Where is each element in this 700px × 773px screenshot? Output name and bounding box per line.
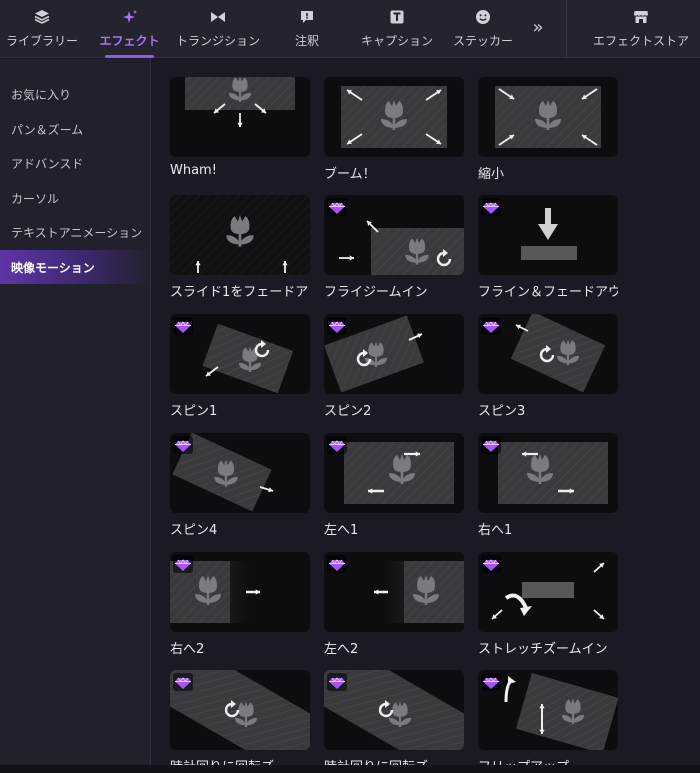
effect-thumbnail	[324, 670, 464, 750]
premium-gem-icon	[327, 673, 347, 691]
effect-card[interactable]: 時計回りに回転ズー	[170, 670, 310, 765]
effect-thumbnail	[170, 552, 310, 632]
effect-label: 時計回りに回転ズー	[170, 756, 310, 765]
tab-effect-store[interactable]: エフェクトストア	[591, 0, 691, 58]
effects-grid: Wham! ブーム！ 縮小スライド1をフェードアウトフライジームイン フライン＆フェー…	[151, 59, 700, 765]
sidebar-item-video-motion[interactable]: 映像モーション	[0, 250, 150, 284]
premium-gem-icon	[481, 198, 501, 216]
layers-icon	[34, 9, 50, 25]
bowtie-icon	[210, 9, 226, 25]
category-sidebar: お気に入り パン＆ズーム アドバンスド カーソル テキストアニメーション 映像モ…	[0, 59, 151, 765]
effect-label: スピン3	[478, 404, 526, 419]
effect-thumbnail	[478, 195, 618, 275]
top-tab-bar: ライブラリー エフェクト トランジション 注釈 キャプション ステッカー » エ…	[0, 0, 700, 58]
effect-card[interactable]: スピン1	[170, 314, 310, 419]
effect-label: ブーム！	[324, 167, 376, 182]
effect-thumbnail	[170, 77, 310, 157]
app-window: ライブラリー エフェクト トランジション 注釈 キャプション ステッカー » エ…	[0, 0, 700, 773]
effect-card[interactable]: 右へ1	[478, 433, 618, 538]
effect-card[interactable]: フライン＆フェードアウト	[478, 195, 618, 300]
effect-thumbnail	[324, 314, 464, 394]
effect-label: ストレッチズームイン	[478, 642, 608, 657]
effect-thumbnail	[478, 433, 618, 513]
effect-thumbnail	[170, 195, 310, 275]
effect-label: スライド1をフェードアウト	[170, 285, 310, 300]
premium-gem-icon	[173, 436, 193, 454]
effect-card[interactable]: スピン3	[478, 314, 618, 419]
effect-label: スピン2	[324, 404, 372, 419]
effect-card[interactable]: 時計回りに回転ズー	[324, 670, 464, 765]
tab-stickers[interactable]: ステッカー	[453, 0, 513, 58]
more-tabs-button[interactable]: »	[527, 16, 549, 38]
effect-label: 右へ2	[170, 642, 205, 657]
effect-card[interactable]: ブーム！	[324, 77, 464, 182]
effect-thumbnail	[170, 314, 310, 394]
effect-thumbnail	[324, 195, 464, 275]
tab-captions[interactable]: キャプション	[361, 0, 433, 58]
premium-gem-icon	[173, 555, 193, 573]
effect-thumbnail	[170, 670, 310, 750]
effect-label: 左へ1	[324, 523, 359, 538]
text-box-icon	[389, 9, 405, 25]
effect-label: フリップアップ	[478, 756, 618, 765]
effect-thumbnail	[170, 433, 310, 513]
premium-gem-icon	[327, 436, 347, 454]
sidebar-item-advanced[interactable]: アドバンスド	[0, 146, 150, 180]
sidebar-item-pan-zoom[interactable]: パン＆ズーム	[0, 112, 150, 146]
effect-label: フライン＆フェードアウト	[478, 285, 618, 300]
speech-bubble-icon	[299, 9, 315, 25]
effect-thumbnail	[478, 552, 618, 632]
effect-card[interactable]: スピン4	[170, 433, 310, 538]
sidebar-item-favorites[interactable]: お気に入り	[0, 77, 150, 111]
effect-card[interactable]: フリップアップ	[478, 670, 618, 765]
smiley-icon	[475, 9, 491, 25]
effect-card[interactable]: スライド1をフェードアウト	[170, 195, 310, 300]
effect-label: 縮小	[478, 167, 505, 182]
effect-thumbnail	[478, 314, 618, 394]
effect-card[interactable]: 右へ2	[170, 552, 310, 657]
premium-gem-icon	[481, 436, 501, 454]
effect-card[interactable]: フライジームイン	[324, 195, 464, 300]
premium-gem-icon	[327, 317, 347, 335]
effect-card[interactable]: スピン2	[324, 314, 464, 419]
effect-label: スピン4	[170, 523, 218, 538]
premium-gem-icon	[173, 317, 193, 335]
tab-effects[interactable]: エフェクト	[100, 0, 160, 58]
premium-gem-icon	[481, 317, 501, 335]
tab-divider	[566, 0, 567, 58]
sidebar-item-cursor[interactable]: カーソル	[0, 181, 150, 215]
effect-label: Wham!	[170, 163, 217, 178]
premium-gem-icon	[327, 198, 347, 216]
effect-label: 右へ1	[478, 523, 513, 538]
store-icon	[633, 9, 649, 25]
effect-card[interactable]: 左へ1	[324, 433, 464, 538]
sidebar-item-text-animation[interactable]: テキストアニメーション	[0, 215, 150, 249]
premium-gem-icon	[481, 555, 501, 573]
effect-label: 左へ2	[324, 642, 359, 657]
tab-library[interactable]: ライブラリー	[6, 0, 78, 58]
premium-gem-icon	[327, 555, 347, 573]
effect-card[interactable]: 左へ2	[324, 552, 464, 657]
effect-label: 時計回りに回転ズー	[324, 756, 464, 765]
effect-thumbnail	[478, 670, 618, 750]
effect-label: スピン1	[170, 404, 218, 419]
sparkle-icon	[122, 9, 138, 25]
tab-transitions[interactable]: トランジション	[176, 0, 260, 58]
effect-thumbnail	[324, 552, 464, 632]
bottom-bar	[0, 765, 700, 773]
effect-card[interactable]: Wham!	[170, 77, 310, 178]
effect-card[interactable]: ストレッチズームイン	[478, 552, 618, 657]
effect-card[interactable]: 縮小	[478, 77, 618, 182]
premium-gem-icon	[173, 673, 193, 691]
effect-label: フライジームイン	[324, 285, 428, 300]
tab-annotations[interactable]: 注釈	[283, 0, 331, 58]
premium-gem-icon	[481, 673, 501, 691]
effect-thumbnail	[324, 433, 464, 513]
effect-thumbnail	[324, 77, 464, 157]
effect-thumbnail	[478, 77, 618, 157]
